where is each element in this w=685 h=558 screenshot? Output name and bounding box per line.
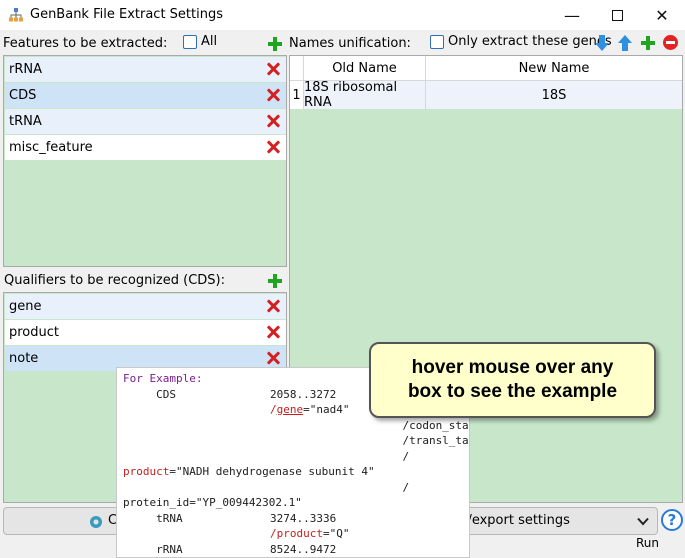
tooltip-line: hover mouse over any bbox=[411, 357, 614, 378]
example-qualifier: product bbox=[276, 527, 323, 540]
example-line: //product="Q" bbox=[270, 527, 350, 540]
qualifier-item-label: gene bbox=[9, 299, 42, 314]
delete-icon[interactable] bbox=[266, 88, 280, 102]
feature-item-label: CDS bbox=[9, 88, 37, 103]
example-key: tRNA bbox=[123, 511, 183, 525]
table-corner bbox=[290, 56, 304, 81]
only-extract-checkbox[interactable] bbox=[430, 35, 444, 49]
genbank-extract-settings-window: GenBank File Extract Settings — ✕ Featur… bbox=[0, 0, 685, 558]
example-line: /codon_start=1 bbox=[123, 418, 469, 434]
example-line: protein_id="YP_009442302.1" bbox=[123, 496, 302, 509]
example-value: ="Q" bbox=[322, 527, 350, 540]
feature-item[interactable]: tRNA bbox=[5, 109, 286, 134]
qualifier-item[interactable]: product bbox=[5, 320, 286, 345]
add-feature-icon[interactable] bbox=[267, 36, 283, 52]
title-bar: GenBank File Extract Settings — ✕ bbox=[0, 0, 685, 30]
remove-name-icon[interactable] bbox=[663, 35, 678, 50]
arrow-up-icon[interactable] bbox=[618, 35, 632, 51]
feature-item[interactable]: misc_feature bbox=[5, 135, 286, 160]
example-value: 3274..3336 bbox=[270, 511, 337, 525]
tooltip-line: box to see the example bbox=[407, 381, 618, 402]
example-value: ="NADH dehydrogenase subunit 4" bbox=[169, 465, 375, 478]
example-line: rRNA 8524..9472 bbox=[123, 542, 469, 558]
example-line: tRNA 3274..3336 bbox=[123, 511, 469, 527]
window-title: GenBank File Extract Settings bbox=[30, 7, 223, 22]
add-qualifier-icon[interactable] bbox=[267, 273, 283, 289]
features-list[interactable]: rRNA CDS tRNA misc_feature bbox=[3, 55, 287, 267]
tree-icon bbox=[9, 8, 23, 22]
import-export-settings-dropdown[interactable]: rt/export settings bbox=[440, 507, 658, 535]
row-index: 1 bbox=[290, 81, 304, 109]
maximize-icon bbox=[611, 9, 623, 21]
example-line: /transl_table=9 bbox=[123, 433, 469, 449]
names-unification-label: Names unification: bbox=[289, 36, 411, 51]
delete-icon[interactable] bbox=[266, 140, 280, 154]
all-features-label: All bbox=[201, 34, 218, 49]
delete-icon[interactable] bbox=[266, 299, 280, 313]
import-export-label: rt/export settings bbox=[457, 513, 570, 528]
minimize-icon: — bbox=[564, 5, 580, 25]
example-text: / bbox=[270, 480, 410, 494]
delete-icon[interactable] bbox=[266, 114, 280, 128]
example-key: rRNA bbox=[123, 542, 183, 556]
example-text: /codon_start=1 bbox=[402, 418, 469, 432]
example-text: /transl_table=9 bbox=[402, 434, 469, 447]
close-button[interactable]: ✕ bbox=[639, 0, 685, 30]
example-text: / bbox=[270, 449, 410, 463]
help-icon[interactable]: ? bbox=[661, 509, 683, 531]
new-name-cell[interactable]: 18S bbox=[426, 81, 682, 109]
feature-item-label: tRNA bbox=[9, 114, 42, 129]
all-features-checkbox[interactable] bbox=[183, 35, 197, 49]
example-value: 2058..3272 bbox=[270, 387, 337, 401]
example-qualifier: product bbox=[123, 465, 170, 478]
column-header-old-name[interactable]: Old Name bbox=[304, 56, 426, 81]
example-line: / bbox=[123, 480, 469, 496]
qualifier-item-label: note bbox=[9, 351, 39, 366]
arrow-down-icon[interactable] bbox=[595, 35, 609, 51]
config-icon bbox=[90, 516, 102, 528]
column-header-new-name[interactable]: New Name bbox=[426, 56, 682, 81]
example-line: / bbox=[123, 449, 469, 465]
example-line: product="NADH dehydrogenase subunit 4" bbox=[123, 464, 469, 480]
hover-hint-tooltip: hover mouse over any box to see the exam… bbox=[369, 342, 656, 418]
feature-item[interactable]: rRNA bbox=[5, 57, 286, 82]
delete-icon[interactable] bbox=[266, 62, 280, 76]
example-key: CDS bbox=[123, 387, 176, 401]
features-label: Features to be extracted: bbox=[3, 36, 168, 51]
example-qualifier: gene bbox=[276, 403, 304, 416]
qualifier-item[interactable]: gene bbox=[5, 294, 286, 319]
add-name-icon[interactable] bbox=[640, 35, 656, 51]
qualifier-item-label: product bbox=[9, 325, 60, 340]
delete-icon[interactable] bbox=[266, 351, 280, 365]
run-label[interactable]: Run bbox=[636, 536, 659, 550]
only-extract-label: Only extract these genes bbox=[448, 34, 612, 49]
feature-item[interactable]: CDS bbox=[5, 83, 286, 108]
feature-item-label: misc_feature bbox=[9, 140, 93, 155]
qualifiers-label: Qualifiers to be recognized (CDS): bbox=[4, 273, 225, 288]
old-name-cell[interactable]: 18S ribosomal RNA bbox=[304, 80, 426, 110]
chevron-down-icon bbox=[637, 517, 649, 526]
minimize-button[interactable]: — bbox=[549, 0, 595, 30]
example-value: 8524..9472 bbox=[270, 542, 337, 556]
feature-item-label: rRNA bbox=[9, 62, 42, 77]
delete-icon[interactable] bbox=[266, 325, 280, 339]
maximize-button[interactable] bbox=[594, 0, 640, 30]
close-icon: ✕ bbox=[655, 5, 669, 25]
example-value: ="nad4" bbox=[303, 403, 350, 416]
